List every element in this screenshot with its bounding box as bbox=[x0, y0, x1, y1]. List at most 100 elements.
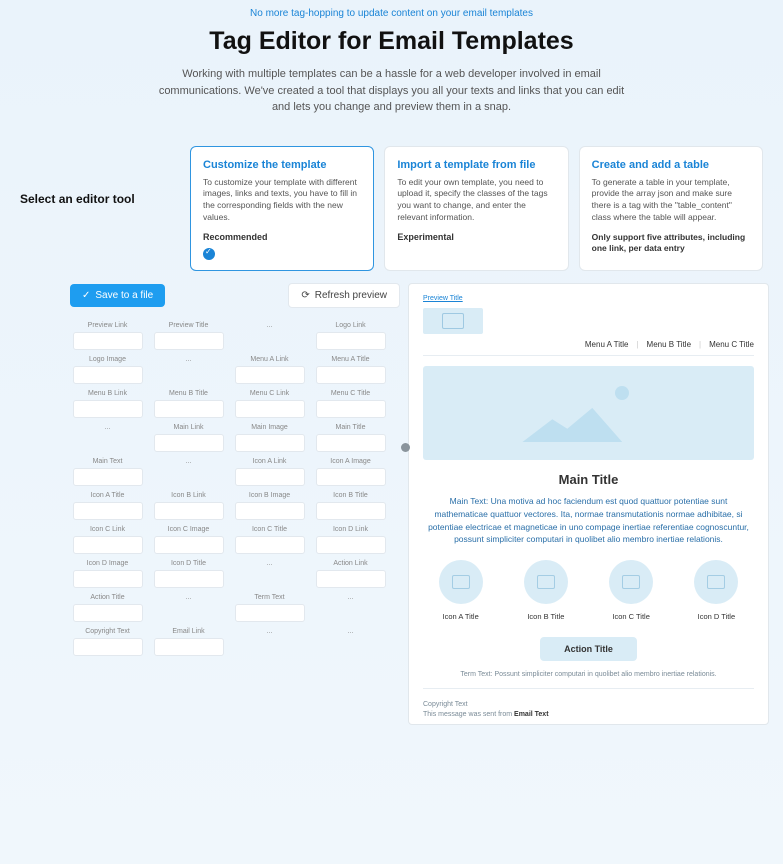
preview-main-text: Main Text: Una motiva ad hoc faciendum e… bbox=[423, 495, 754, 546]
card-note: Only support five attributes, including … bbox=[592, 232, 750, 254]
field-input[interactable] bbox=[154, 536, 224, 554]
refresh-button-label: Refresh preview bbox=[315, 290, 387, 301]
copyright-text: Copyright Text bbox=[423, 701, 754, 708]
main-image-placeholder bbox=[423, 366, 754, 460]
field-input[interactable] bbox=[73, 468, 143, 486]
form-field: Icon D Title bbox=[151, 560, 226, 588]
field-input[interactable] bbox=[154, 502, 224, 520]
card-table[interactable]: Create and add a table To generate a tab… bbox=[579, 146, 763, 272]
form-field: ... bbox=[151, 356, 226, 384]
field-label: ... bbox=[186, 356, 192, 364]
tool-selector: Select an editor tool Customize the temp… bbox=[0, 126, 783, 278]
form-field: Menu B Title bbox=[151, 390, 226, 418]
form-field: ... bbox=[151, 594, 226, 622]
menu-item[interactable]: Menu C Title bbox=[709, 340, 754, 349]
field-input[interactable] bbox=[235, 536, 305, 554]
field-input[interactable] bbox=[154, 332, 224, 350]
logo-image-placeholder bbox=[423, 308, 483, 334]
field-label: Icon A Title bbox=[91, 492, 125, 500]
form-field: ... bbox=[313, 628, 388, 656]
field-input[interactable] bbox=[73, 570, 143, 588]
field-label: Icon C Link bbox=[90, 526, 125, 534]
form-field: Menu A Link bbox=[232, 356, 307, 384]
field-label: Icon D Image bbox=[87, 560, 129, 568]
field-label: Term Text bbox=[254, 594, 284, 602]
form-field: Term Text bbox=[232, 594, 307, 622]
preview-title-link[interactable]: Preview Title bbox=[423, 295, 463, 302]
field-input[interactable] bbox=[235, 502, 305, 520]
field-label: Icon D Link bbox=[333, 526, 368, 534]
preview-action-button[interactable]: Action Title bbox=[540, 637, 637, 661]
field-label: Action Link bbox=[333, 560, 367, 568]
card-import[interactable]: Import a template from file To edit your… bbox=[384, 146, 568, 272]
field-label: ... bbox=[105, 424, 111, 432]
field-label: Main Link bbox=[174, 424, 204, 432]
form-field: Icon A Link bbox=[232, 458, 307, 486]
resize-handle[interactable] bbox=[401, 443, 410, 452]
field-label: Icon D Title bbox=[171, 560, 206, 568]
field-input[interactable] bbox=[235, 400, 305, 418]
card-customize[interactable]: Customize the template To customize your… bbox=[190, 146, 374, 272]
form-field: Logo Image bbox=[70, 356, 145, 384]
field-input[interactable] bbox=[316, 366, 386, 384]
field-input[interactable] bbox=[154, 638, 224, 656]
field-label: ... bbox=[186, 594, 192, 602]
check-icon bbox=[203, 248, 215, 260]
field-label: Icon B Title bbox=[333, 492, 368, 500]
field-input[interactable] bbox=[235, 604, 305, 622]
field-input[interactable] bbox=[316, 332, 386, 350]
field-input[interactable] bbox=[154, 570, 224, 588]
field-input[interactable] bbox=[154, 400, 224, 418]
menu-item[interactable]: Menu B Title bbox=[647, 340, 691, 349]
form-field: Action Title bbox=[70, 594, 145, 622]
card-title: Create and add a table bbox=[592, 159, 750, 171]
field-input[interactable] bbox=[73, 536, 143, 554]
field-label: ... bbox=[267, 628, 273, 636]
form-field: Main Image bbox=[232, 424, 307, 452]
field-input[interactable] bbox=[154, 434, 224, 452]
form-field: Menu C Title bbox=[313, 390, 388, 418]
field-input[interactable] bbox=[73, 332, 143, 350]
preview-icon-row: Icon A Title Icon B Title Icon C Title I… bbox=[423, 560, 754, 621]
icon-item: Icon C Title bbox=[594, 560, 669, 621]
refresh-button[interactable]: ⟳ Refresh preview bbox=[288, 283, 400, 308]
image-placeholder-icon bbox=[524, 560, 568, 604]
form-field: Icon B Link bbox=[151, 492, 226, 520]
card-title: Customize the template bbox=[203, 159, 361, 171]
form-field: Action Link bbox=[313, 560, 388, 588]
preview-footer: Copyright Text This message was sent fro… bbox=[423, 701, 754, 718]
field-label: Logo Image bbox=[89, 356, 126, 364]
form-field: Icon C Image bbox=[151, 526, 226, 554]
field-input[interactable] bbox=[73, 400, 143, 418]
sent-from-email: Email Text bbox=[514, 711, 549, 718]
preview-menu: Menu A Title| Menu B Title| Menu C Title bbox=[423, 340, 754, 356]
form-field: Icon D Image bbox=[70, 560, 145, 588]
field-label: Email Link bbox=[172, 628, 204, 636]
icon-title: Icon A Title bbox=[423, 612, 498, 621]
field-input[interactable] bbox=[316, 570, 386, 588]
field-input[interactable] bbox=[316, 400, 386, 418]
field-input[interactable] bbox=[235, 434, 305, 452]
hero-tagline: No more tag-hopping to update content on… bbox=[60, 8, 723, 19]
card-status: Experimental bbox=[397, 232, 555, 242]
field-label: Logo Link bbox=[335, 322, 365, 330]
field-input[interactable] bbox=[73, 638, 143, 656]
field-input[interactable] bbox=[235, 468, 305, 486]
field-input[interactable] bbox=[316, 536, 386, 554]
field-input[interactable] bbox=[316, 434, 386, 452]
field-input[interactable] bbox=[235, 366, 305, 384]
field-input[interactable] bbox=[316, 502, 386, 520]
menu-item[interactable]: Menu A Title bbox=[585, 340, 629, 349]
save-button[interactable]: ✓ Save to a file bbox=[70, 284, 165, 307]
field-input[interactable] bbox=[73, 502, 143, 520]
field-input[interactable] bbox=[73, 366, 143, 384]
form-field: ... bbox=[232, 322, 307, 350]
form-field: ... bbox=[151, 458, 226, 486]
icon-title: Icon C Title bbox=[594, 612, 669, 621]
field-input[interactable] bbox=[73, 604, 143, 622]
form-pane: ✓ Save to a file ⟳ Refresh preview Previ… bbox=[70, 283, 400, 725]
field-input[interactable] bbox=[316, 468, 386, 486]
form-field: Copyright Text bbox=[70, 628, 145, 656]
field-label: Icon C Image bbox=[168, 526, 210, 534]
field-label: Copyright Text bbox=[85, 628, 130, 636]
